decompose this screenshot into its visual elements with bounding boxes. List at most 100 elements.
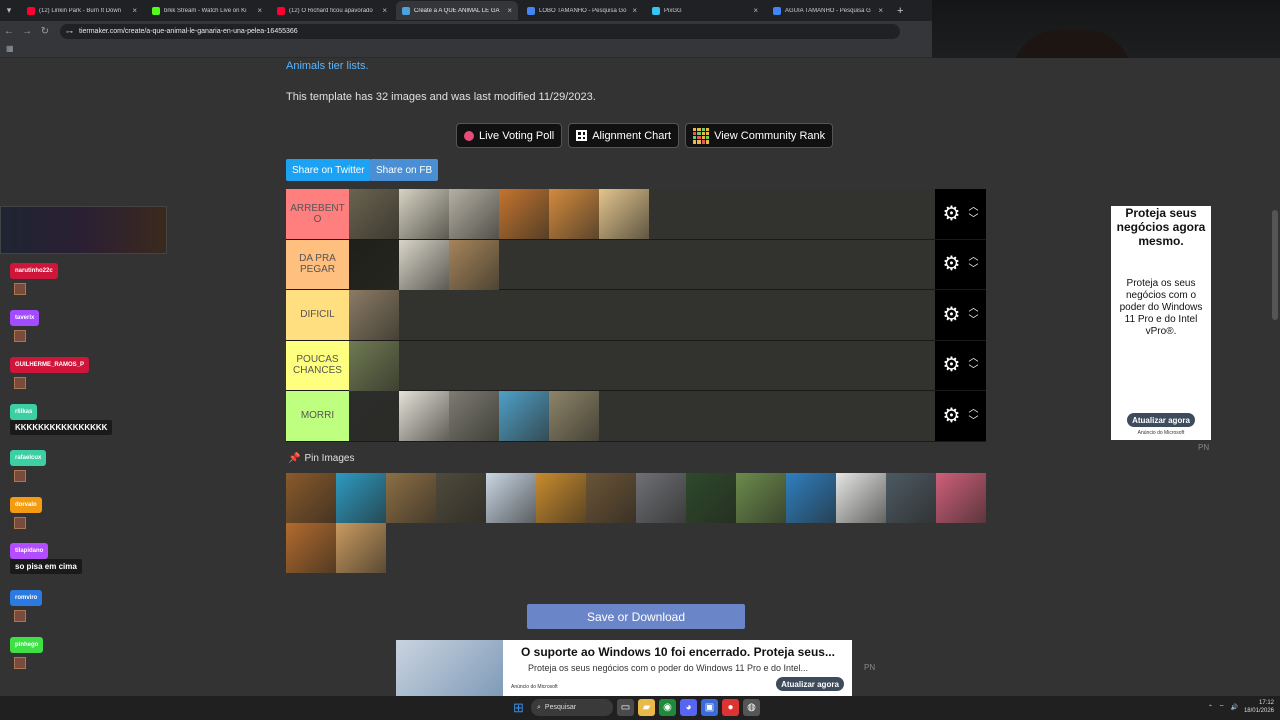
chrome-icon[interactable]: ◉ (659, 699, 676, 716)
tier-label[interactable]: DA PRA PEGAR (286, 239, 349, 289)
back-icon[interactable]: ← (0, 26, 18, 37)
browser-tab[interactable]: (12) O Richard ficou apavorado × (271, 1, 393, 20)
volume-icon[interactable]: 🔊 (1230, 704, 1237, 711)
animal-image[interactable] (336, 523, 386, 573)
chevron-up-icon[interactable]: ︿ (968, 202, 978, 214)
chevron-down-icon[interactable]: ﹀ (968, 315, 978, 327)
close-tab-icon[interactable]: × (507, 6, 512, 15)
community-rank-button[interactable]: View Community Rank (685, 123, 834, 148)
chevron-up-icon[interactable]: ︿ (968, 252, 978, 264)
tier-label[interactable]: MORRI (286, 391, 349, 441)
tier-label[interactable]: DIFICIL (286, 290, 349, 340)
animal-image[interactable] (686, 473, 736, 523)
browser-tab[interactable]: Create a A QUE ANIMAL LE GA × (396, 1, 518, 20)
obs-icon[interactable]: ● (722, 699, 739, 716)
bottom-ad-button[interactable]: Atualizar agora (776, 677, 844, 691)
alignment-chart-button[interactable]: Alignment Chart (568, 123, 680, 148)
animal-image[interactable] (286, 523, 336, 573)
right-ad[interactable]: Proteja seus negócios agora mesmo. Prote… (1111, 206, 1211, 440)
share-twitter-button[interactable]: Share on Twitter (286, 159, 371, 181)
browser-tab[interactable]: AGUIA TAMANHO - Pesquisa G × (767, 1, 889, 20)
close-tab-icon[interactable]: × (878, 6, 883, 15)
animal-image[interactable] (449, 239, 499, 290)
task-view-icon[interactable]: ▭ (617, 699, 634, 716)
chevron-up-icon[interactable]: ︿ (968, 404, 978, 416)
app-icon[interactable]: ▣ (701, 699, 718, 716)
gear-icon[interactable]: ⚙ (943, 355, 961, 375)
animal-image[interactable] (499, 391, 549, 441)
close-tab-icon[interactable]: × (753, 6, 758, 15)
chevron-up-icon[interactable]: ︿ (968, 353, 978, 365)
animal-image[interactable] (499, 189, 549, 239)
animal-image[interactable] (549, 189, 599, 239)
animal-image[interactable] (599, 189, 649, 239)
clock[interactable]: 17:12 18/01/2026 (1244, 699, 1274, 715)
live-voting-poll-button[interactable]: Live Voting Poll (456, 123, 563, 148)
animal-image[interactable] (586, 473, 636, 523)
reload-icon[interactable]: ↻ (36, 26, 54, 37)
close-tab-icon[interactable]: × (257, 6, 262, 15)
animal-image[interactable] (636, 473, 686, 523)
gear-icon[interactable]: ⚙ (943, 254, 961, 274)
animal-image[interactable] (399, 189, 449, 239)
animal-image[interactable] (349, 340, 399, 391)
animal-image[interactable] (936, 473, 986, 523)
tier-label[interactable]: POUCAS CHANCES (286, 340, 349, 390)
browser-tab[interactable]: LOBO TAMANHO - Pesquisa Go × (521, 1, 643, 20)
gear-icon[interactable]: ⚙ (943, 204, 961, 224)
chevron-down-icon[interactable]: ﹀ (968, 365, 978, 377)
animal-image[interactable] (349, 391, 399, 441)
animal-image[interactable] (349, 239, 399, 290)
animal-image[interactable] (486, 473, 536, 523)
taskbar-search[interactable]: ⌕ Pesquisar (531, 699, 613, 716)
discord-icon[interactable]: ◕ (680, 699, 697, 716)
animal-image[interactable] (786, 473, 836, 523)
animal-image[interactable] (449, 189, 499, 239)
apps-icon[interactable]: ▦ (6, 44, 14, 53)
chevron-down-icon[interactable]: ﹀ (968, 214, 978, 226)
new-tab-button[interactable]: + (897, 5, 903, 17)
animal-image[interactable] (436, 473, 486, 523)
animal-image[interactable] (736, 473, 786, 523)
bottom-ad[interactable]: O suporte ao Windows 10 foi encerrado. P… (396, 640, 852, 696)
file-explorer-icon[interactable]: ▰ (638, 699, 655, 716)
browser-icon[interactable]: ◍ (743, 699, 760, 716)
scrollbar[interactable] (1272, 210, 1278, 320)
tier-label[interactable]: ARREBENT O (286, 189, 349, 239)
animal-image[interactable] (836, 473, 886, 523)
animal-image[interactable] (449, 391, 499, 441)
animal-image[interactable] (349, 189, 399, 239)
animal-image[interactable] (386, 473, 436, 523)
animal-image[interactable] (286, 473, 336, 523)
chevron-down-icon[interactable]: ﹀ (968, 264, 978, 276)
network-icon[interactable]: ⌔ (1219, 703, 1225, 711)
chevron-down-icon[interactable]: ﹀ (968, 416, 978, 428)
tab-search-icon[interactable]: ▾ (0, 0, 18, 21)
save-download-button[interactable]: Save or Download (527, 604, 745, 629)
gear-icon[interactable]: ⚙ (943, 305, 961, 325)
gear-icon[interactable]: ⚙ (943, 406, 961, 426)
animal-image[interactable] (886, 473, 936, 523)
animal-image[interactable] (336, 473, 386, 523)
tray-chevron-icon[interactable]: ⌃ (1208, 704, 1213, 711)
browser-tab[interactable]: (12) Linkin Park - Burn It Down × (21, 1, 143, 20)
category-link[interactable]: Animals tier lists. (286, 60, 369, 72)
url-field[interactable]: ⊶ tiermaker.com/create/a-que-animal-le-g… (60, 24, 900, 39)
browser-tab[interactable]: brkk Stream - Watch Live on Ki × (146, 1, 268, 20)
close-tab-icon[interactable]: × (132, 6, 137, 15)
close-tab-icon[interactable]: × (632, 6, 637, 15)
browser-tab[interactable]: PixGG × (646, 1, 764, 20)
chevron-up-icon[interactable]: ︿ (968, 303, 978, 315)
close-tab-icon[interactable]: × (382, 6, 387, 15)
pin-images[interactable]: 📌 Pin Images (288, 453, 354, 464)
animal-image[interactable] (536, 473, 586, 523)
animal-image[interactable] (349, 290, 399, 340)
animal-image[interactable] (399, 239, 449, 290)
animal-image[interactable] (549, 391, 599, 441)
right-ad-button[interactable]: Atualizar agora (1127, 413, 1195, 427)
forward-icon[interactable]: → (18, 26, 36, 37)
site-info-icon[interactable]: ⊶ (66, 28, 73, 36)
share-fb-button[interactable]: Share on FB (370, 159, 439, 181)
animal-image[interactable] (399, 391, 449, 441)
windows-start-icon[interactable]: ⊞ (510, 699, 527, 716)
